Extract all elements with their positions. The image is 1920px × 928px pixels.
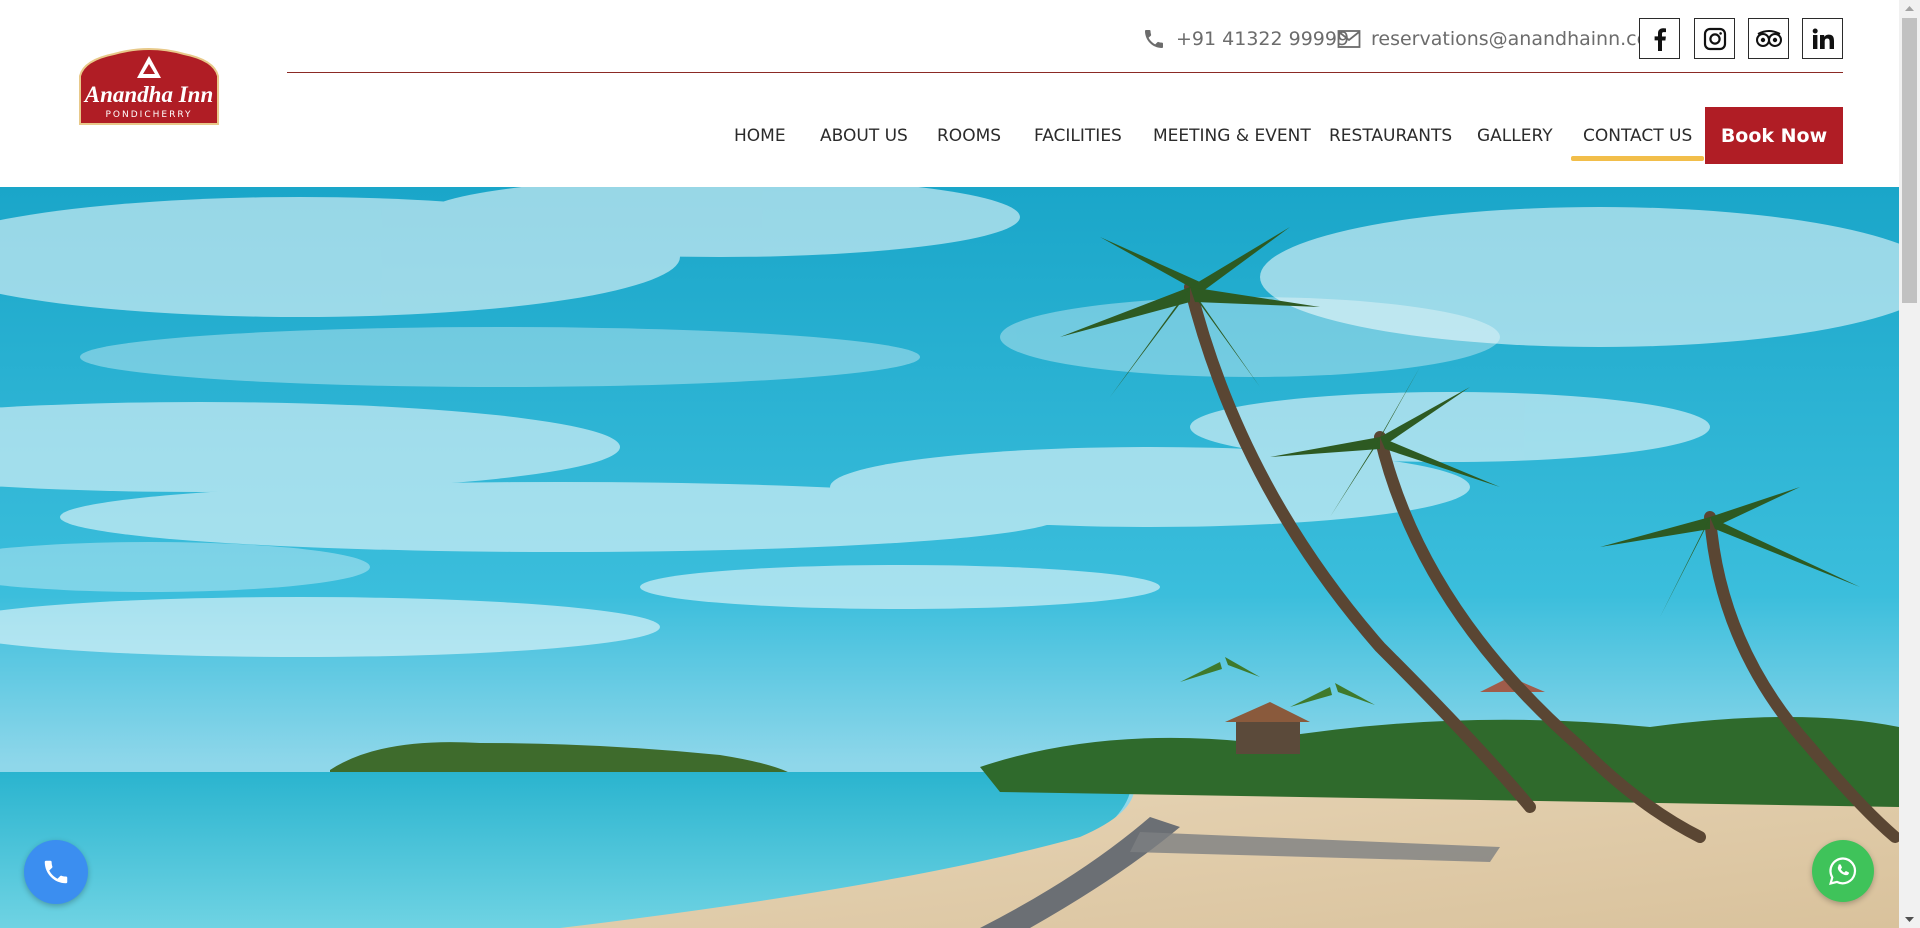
- page-scrollbar[interactable]: [1899, 0, 1920, 928]
- hero-beach-image: [0, 187, 1899, 928]
- facebook-link[interactable]: [1639, 18, 1680, 59]
- header-phone-link[interactable]: +91 41322 99999: [1142, 24, 1349, 54]
- mail-icon: [1337, 30, 1361, 48]
- main-navigation: HOME ABOUT US ROOMS FACILITIES MEETING &…: [0, 113, 1899, 161]
- scroll-down-arrow-icon[interactable]: [1899, 911, 1920, 928]
- page: Anandha Inn PONDICHERRY +91 41322 99999 …: [0, 0, 1920, 928]
- whatsapp-icon: [1829, 857, 1857, 886]
- whatsapp-button[interactable]: [1812, 840, 1874, 902]
- hero-banner: [0, 187, 1899, 928]
- nav-contact-us[interactable]: CONTACT US: [1570, 113, 1705, 161]
- scroll-up-arrow-icon[interactable]: [1899, 0, 1920, 17]
- nav-meeting-event[interactable]: MEETING & EVENT: [1153, 113, 1311, 159]
- instagram-link[interactable]: [1694, 18, 1735, 59]
- header-phone: +91 41322 99999: [1176, 28, 1350, 50]
- nav-gallery[interactable]: GALLERY: [1477, 113, 1553, 159]
- floating-call-button[interactable]: [24, 840, 88, 904]
- nav-restaurants[interactable]: RESTAURANTS: [1329, 113, 1452, 159]
- header-email-link[interactable]: reservations@anandhainn.com: [1337, 24, 1667, 54]
- nav-home[interactable]: HOME: [734, 113, 786, 159]
- site-header: Anandha Inn PONDICHERRY +91 41322 99999 …: [0, 0, 1899, 187]
- linkedin-link[interactable]: [1802, 18, 1843, 59]
- tripadvisor-link[interactable]: [1748, 18, 1789, 59]
- header-email: reservations@anandhainn.com: [1371, 28, 1667, 50]
- nav-facilities[interactable]: FACILITIES: [1034, 113, 1122, 159]
- instagram-icon: [1703, 27, 1726, 50]
- nav-rooms[interactable]: ROOMS: [937, 113, 1001, 159]
- phone-icon: [44, 860, 68, 884]
- tripadvisor-icon: [1755, 29, 1782, 47]
- scrollbar-thumb[interactable]: [1902, 18, 1917, 303]
- top-contact-bar: +91 41322 99999 reservations@anandhainn.…: [287, 0, 1843, 73]
- nav-about-us[interactable]: ABOUT US: [820, 113, 908, 159]
- linkedin-icon: [1812, 28, 1834, 49]
- phone-icon: [1145, 30, 1163, 48]
- brand-name: Anandha Inn: [84, 82, 214, 107]
- book-now-button[interactable]: Book Now: [1705, 107, 1843, 164]
- facebook-icon: [1654, 27, 1666, 51]
